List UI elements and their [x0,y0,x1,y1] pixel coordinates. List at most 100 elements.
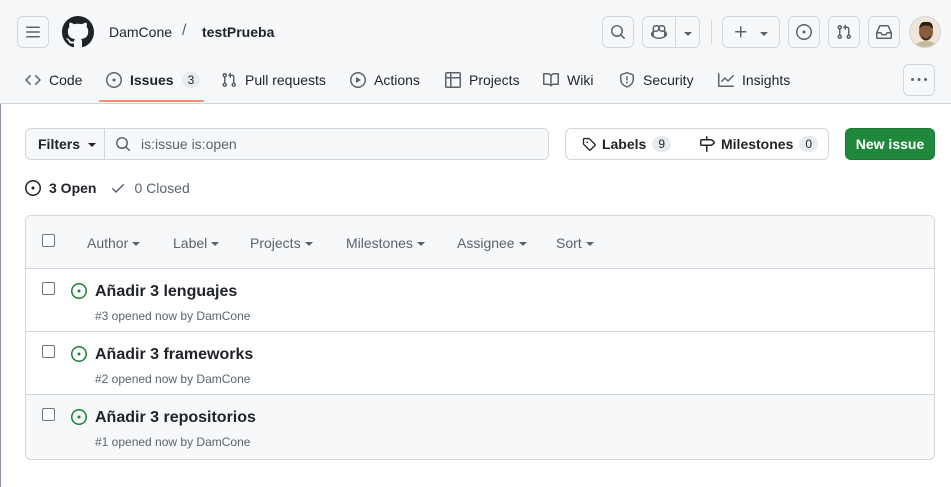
search-icon [116,137,130,151]
sort-menu[interactable]: Sort [556,235,594,251]
labels-button[interactable]: Labels 9 [566,129,683,159]
repo-header: DamCone / testPrueba Code Issues 3 Pull … [0,0,951,104]
play-icon [350,72,366,88]
kebab-horizontal-icon [911,78,927,81]
chevron-down-icon [760,32,768,36]
milestones-count: 0 [799,136,819,152]
labels-count: 9 [652,136,671,152]
label-filter[interactable]: Label [173,235,220,251]
select-all-checkbox[interactable] [42,234,55,247]
issue-title-link[interactable]: Añadir 3 lenguajes [95,283,237,301]
issue-opened-icon [106,72,122,88]
pull-requests-button[interactable] [828,16,860,48]
chevron-down-icon [585,242,594,246]
filters-button[interactable]: Filters [25,128,105,160]
repo-link[interactable]: testPrueba [202,24,274,40]
tab-insights[interactable]: Insights [718,70,790,90]
milestone-icon [700,136,715,152]
assignee-filter[interactable]: Assignee [457,235,527,251]
tab-security[interactable]: Security [619,70,694,90]
avatar-image-icon [910,17,940,47]
list-item[interactable]: Añadir 3 lenguajes #3 opened now by DamC… [26,269,934,332]
sort-label: Sort [556,235,582,251]
author-filter[interactable]: Author [87,235,141,251]
projects-filter-label: Projects [250,235,301,251]
issue-opened-icon [71,283,87,299]
issue-title-link[interactable]: Añadir 3 repositorios [95,409,256,427]
tab-label: Security [643,72,694,88]
tab-code[interactable]: Code [25,70,82,90]
chevron-down-icon [211,242,220,246]
check-icon [112,184,125,193]
issue-meta: #2 opened now by DamCone [95,372,251,386]
tab-projects[interactable]: Projects [445,70,520,90]
code-icon [25,74,41,86]
copilot-icon [651,24,667,40]
issue-meta: #1 opened now by DamCone [95,435,251,449]
table-icon [445,72,461,88]
issue-state-filter: 3 Open 0 Closed [25,180,190,196]
issue-checkbox[interactable] [42,282,55,295]
issue-checkbox[interactable] [42,345,55,358]
tab-pull-requests[interactable]: Pull requests [221,70,326,90]
tab-label: Insights [742,72,791,88]
issues-list-header: Author Label Projects Milestones Assigne… [26,216,934,269]
github-logo-icon[interactable] [62,16,94,48]
issue-opened-icon [71,346,87,362]
book-icon [543,72,559,87]
issues-counter: 3 [181,72,201,88]
milestones-button[interactable]: Milestones 0 [683,129,830,159]
graph-icon [718,73,734,87]
inbox-button[interactable] [868,16,900,48]
labels-milestones-group: Labels 9 Milestones 0 [565,128,829,160]
closed-issues-link[interactable]: 0 Closed [110,180,190,196]
breadcrumb-separator: / [182,22,187,39]
create-new-button[interactable] [722,16,780,48]
search-input[interactable] [141,136,521,152]
issue-meta: #3 opened now by DamCone [95,309,251,323]
list-item[interactable]: Añadir 3 frameworks #2 opened now by Dam… [26,332,934,395]
filters-label: Filters [38,136,81,152]
new-issue-button[interactable]: New issue [845,128,935,160]
tab-label: Wiki [567,72,594,88]
issues-button[interactable] [788,16,820,48]
labels-label: Labels [601,136,647,152]
issue-checkbox[interactable] [42,408,55,421]
tab-issues[interactable]: Issues 3 [106,70,201,90]
milestones-label: Milestones [721,136,794,152]
hamburger-icon [26,26,40,38]
chevron-down-icon [416,242,425,246]
tab-label: Pull requests [245,72,326,88]
assignee-filter-label: Assignee [457,235,515,251]
search-icon [611,25,625,39]
chevron-down-icon [684,32,692,36]
search-input-wrapper [104,128,549,160]
avatar[interactable] [909,16,941,48]
issue-opened-icon [25,180,41,196]
tab-actions[interactable]: Actions [350,70,420,90]
issue-title-link[interactable]: Añadir 3 frameworks [95,346,253,364]
milestones-filter-label: Milestones [346,235,413,251]
issues-list: Author Label Projects Milestones Assigne… [25,215,935,460]
git-pull-request-icon [222,72,237,88]
inbox-icon [876,25,892,39]
plus-icon [735,26,747,38]
author-filter-label: Author [87,235,129,251]
issue-opened-icon [796,24,812,40]
shield-icon [620,72,634,88]
more-tabs-button[interactable] [903,64,935,96]
copilot-button[interactable] [642,16,700,48]
tab-wiki[interactable]: Wiki [543,70,593,90]
owner-link[interactable]: DamCone [109,24,172,40]
active-tab-indicator [99,100,204,102]
menu-button[interactable] [17,16,49,48]
open-issues-link[interactable]: 3 Open [25,180,96,196]
milestones-filter[interactable]: Milestones [346,235,425,251]
list-item[interactable]: Añadir 3 repositorios #1 opened now by D… [26,395,934,458]
search-button[interactable] [602,16,634,48]
tab-label: Issues [130,72,174,88]
header-divider [711,20,712,44]
tab-label: Projects [469,72,520,88]
issue-opened-icon [71,409,87,425]
projects-filter[interactable]: Projects [250,235,313,251]
